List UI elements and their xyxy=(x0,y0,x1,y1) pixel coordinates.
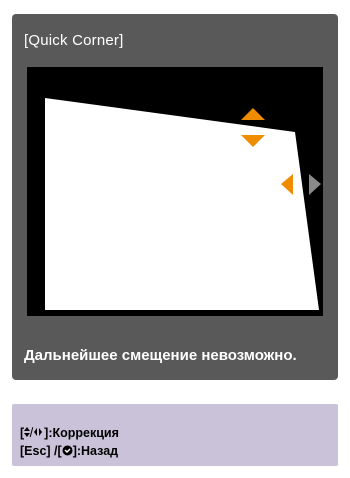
help-correction-text: ]:Коррекция xyxy=(44,426,119,440)
panel-title: [Quick Corner] xyxy=(24,32,124,49)
projection-canvas xyxy=(27,67,323,316)
up-down-left-right-icon xyxy=(24,427,43,438)
help-back-text: ]:Назад xyxy=(72,444,119,458)
arrow-up-icon[interactable] xyxy=(241,108,265,120)
help-bar: [ ]:Коррекция [Esc] /[ ]:Назад xyxy=(12,404,338,466)
help-line-back: [Esc] /[ ]:Назад xyxy=(20,444,118,458)
help-line-correction: [ ]:Коррекция xyxy=(20,426,119,440)
projection-shape[interactable] xyxy=(45,98,319,310)
status-message: Дальнейшее смещение невозможно. xyxy=(24,347,297,364)
enter-icon xyxy=(62,445,73,456)
quick-corner-panel: [Quick Corner] Дальнейшее смещение невоз… xyxy=(12,14,338,380)
arrow-right-icon xyxy=(309,174,321,195)
help-esc-text: [Esc] /[ xyxy=(20,444,62,458)
projection-svg xyxy=(45,98,321,310)
